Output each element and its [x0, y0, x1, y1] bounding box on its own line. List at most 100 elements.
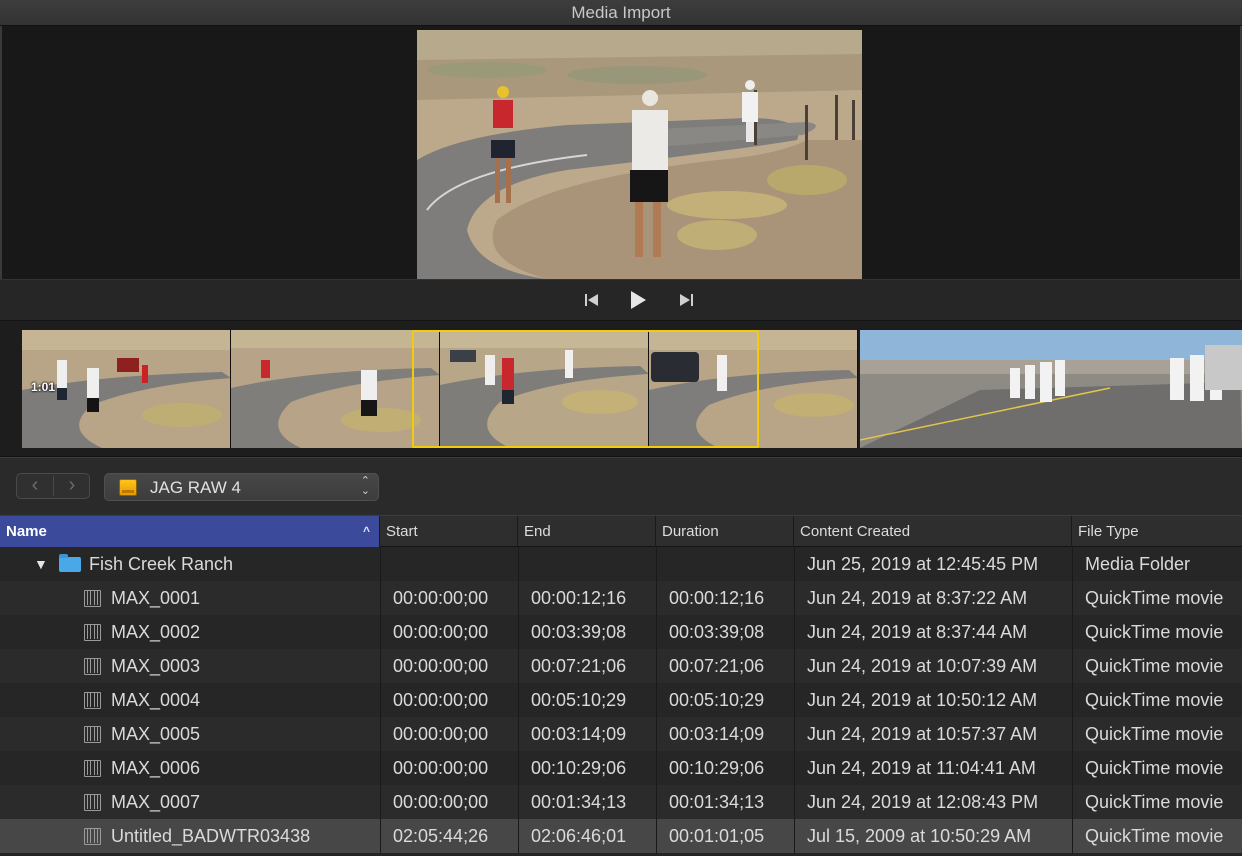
table-row[interactable]: MAX_0004 00:00:00;00 00:05:10;29 00:05:1… [0, 683, 1242, 717]
item-name: MAX_0001 [111, 588, 201, 608]
table-header: Name ^ Start End Duration Content Create… [0, 515, 1242, 547]
table-row[interactable]: MAX_0001 00:00:00;00 00:00:12;16 00:00:1… [0, 581, 1242, 615]
filmstrip-clip[interactable]: 1:01 [22, 330, 858, 448]
item-type: Media Folder [1085, 554, 1191, 574]
film-icon [84, 692, 101, 709]
device-name: JAG RAW 4 [150, 478, 241, 497]
film-icon [84, 726, 101, 743]
item-duration: 00:01:01;05 [669, 826, 765, 846]
item-type: QuickTime movie [1085, 724, 1224, 744]
browser-toolbar: ‹ › JAG RAW 4 ⌃ ⌄ [0, 457, 1242, 515]
item-duration: 00:10:29;06 [669, 758, 765, 778]
device-selector[interactable]: JAG RAW 4 ⌃ ⌄ [104, 473, 379, 501]
table-row[interactable]: MAX_0005 00:00:00;00 00:03:14;09 00:03:1… [0, 717, 1242, 751]
media-list: Name ^ Start End Duration Content Create… [0, 515, 1242, 856]
table-row-selected[interactable]: Untitled_BADWTR03438 02:05:44;26 02:06:4… [0, 819, 1242, 853]
window-title: Media Import [0, 0, 1242, 26]
item-start: 00:00:00;00 [393, 656, 489, 676]
forward-icon[interactable]: › [54, 474, 90, 498]
column-label: Name [6, 523, 47, 540]
navigation-group: ‹ › [16, 473, 90, 499]
item-type: QuickTime movie [1085, 622, 1224, 642]
back-icon[interactable]: ‹ [17, 474, 53, 498]
drive-icon [119, 479, 137, 496]
folder-icon [59, 554, 81, 572]
film-icon [84, 624, 101, 641]
column-header-end[interactable]: End [518, 516, 656, 547]
table-row[interactable]: MAX_0003 00:00:00;00 00:07:21;06 00:07:2… [0, 649, 1242, 683]
table-row[interactable]: MAX_0002 00:00:00;00 00:03:39;08 00:03:3… [0, 615, 1242, 649]
item-type: QuickTime movie [1085, 826, 1224, 846]
sort-ascending-icon: ^ [362, 524, 370, 538]
item-end: 00:03:39;08 [531, 622, 627, 642]
folder-row[interactable]: ▼ Fish Creek Ranch Jun 25, 2019 at 12:45… [0, 547, 1242, 581]
column-header-start[interactable]: Start [380, 516, 518, 547]
item-start: 00:00:00;00 [393, 690, 489, 710]
column-header-file-type[interactable]: File Type [1072, 516, 1242, 547]
item-created: Jun 24, 2019 at 10:50:12 AM [807, 690, 1038, 710]
column-header-name[interactable]: Name ^ [0, 516, 380, 547]
clip-thumbnail: 1:01 [22, 330, 231, 448]
item-end: 00:10:29;06 [531, 758, 627, 778]
item-created: Jun 24, 2019 at 8:37:44 AM [807, 622, 1028, 642]
video-preview [417, 30, 862, 279]
play-icon[interactable] [627, 289, 649, 311]
item-duration: 00:01:34;13 [669, 792, 765, 812]
item-created: Jun 24, 2019 at 11:04:41 AM [807, 758, 1036, 778]
item-type: QuickTime movie [1085, 656, 1224, 676]
item-created: Jun 24, 2019 at 12:08:43 PM [807, 792, 1039, 812]
item-name: MAX_0005 [111, 724, 201, 744]
item-start: 00:00:00;00 [393, 622, 489, 642]
item-name: Untitled_BADWTR03438 [111, 826, 311, 846]
item-created: Jul 15, 2009 at 10:50:29 AM [807, 826, 1032, 846]
item-duration: 00:03:39;08 [669, 622, 765, 642]
item-end: 00:05:10;29 [531, 690, 627, 710]
item-end: 00:07:21;06 [531, 656, 627, 676]
film-icon [84, 828, 101, 845]
item-start: 02:05:44;26 [393, 826, 489, 846]
item-name: MAX_0003 [111, 656, 201, 676]
item-name: MAX_0007 [111, 792, 201, 812]
previous-frame-icon[interactable] [581, 289, 603, 311]
item-start: 00:00:00;00 [393, 588, 489, 608]
table-row[interactable]: MAX_0007 00:00:00;00 00:01:34;13 00:01:3… [0, 785, 1242, 819]
clip-duration-label: 1:01 [31, 380, 56, 394]
item-name: MAX_0002 [111, 622, 201, 642]
item-end: 00:00:12;16 [531, 588, 627, 608]
item-duration: 00:07:21;06 [669, 656, 765, 676]
film-icon [84, 760, 101, 777]
item-duration: 00:05:10;29 [669, 690, 765, 710]
film-icon [84, 590, 101, 607]
item-created: Jun 25, 2019 at 12:45:45 PM [807, 554, 1039, 574]
item-name: MAX_0004 [111, 690, 201, 710]
filmstrip-clip[interactable] [859, 330, 1242, 448]
item-created: Jun 24, 2019 at 8:37:22 AM [807, 588, 1028, 608]
clip-thumbnail [649, 330, 858, 448]
next-frame-icon[interactable] [675, 289, 697, 311]
film-icon [84, 658, 101, 675]
table-row[interactable]: MAX_0006 00:00:00;00 00:10:29;06 00:10:2… [0, 751, 1242, 785]
item-type: QuickTime movie [1085, 690, 1224, 710]
item-type: QuickTime movie [1085, 758, 1224, 778]
viewer [0, 26, 1242, 279]
column-header-duration[interactable]: Duration [656, 516, 794, 547]
item-end: 00:03:14;09 [531, 724, 627, 744]
item-start: 00:00:00;00 [393, 724, 489, 744]
filmstrip: 1:01 [0, 321, 1242, 457]
item-duration: 00:03:14;09 [669, 724, 765, 744]
disclosure-triangle-icon[interactable]: ▼ [34, 547, 48, 581]
item-start: 00:00:00;00 [393, 792, 489, 812]
item-name: MAX_0006 [111, 758, 201, 778]
clip-thumbnail [440, 330, 649, 448]
item-duration: 00:00:12;16 [669, 588, 765, 608]
item-created: Jun 24, 2019 at 10:57:37 AM [807, 724, 1038, 744]
item-type: QuickTime movie [1085, 792, 1224, 812]
film-icon [84, 794, 101, 811]
clip-thumbnail [231, 330, 440, 448]
column-header-content-created[interactable]: Content Created [794, 516, 1072, 547]
item-type: QuickTime movie [1085, 588, 1224, 608]
item-end: 00:01:34;13 [531, 792, 627, 812]
item-created: Jun 24, 2019 at 10:07:39 AM [807, 656, 1038, 676]
item-start: 00:00:00;00 [393, 758, 489, 778]
item-end: 02:06:46;01 [531, 826, 627, 846]
